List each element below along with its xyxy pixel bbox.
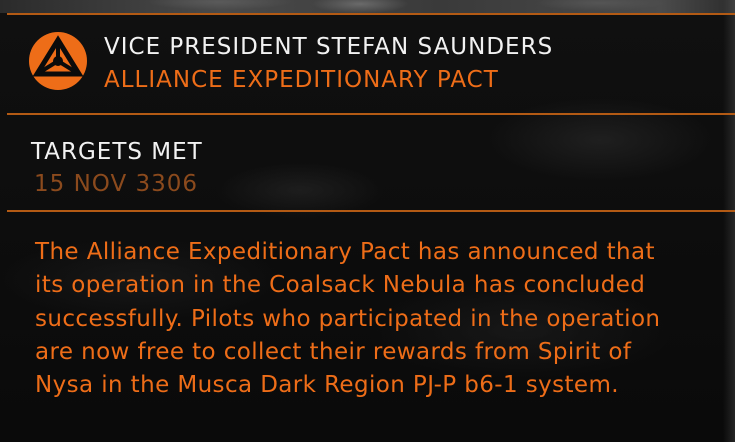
galnet-message-panel: VICE PRESIDENT STEFAN SAUNDERS ALLIANCE …	[0, 0, 735, 442]
article-date: 15 NOV 3306	[34, 171, 199, 197]
article-body-line: its operation in the Coalsack Nebula has…	[35, 272, 646, 299]
article-body-line: are now free to collect their rewards fr…	[35, 338, 632, 365]
article-body-line: Nysa in the Musca Dark Region PJ-P b6-1 …	[35, 372, 619, 399]
right-edge-fade	[723, 0, 735, 442]
article-body: The Alliance Expeditionary Pact has anno…	[35, 236, 715, 402]
article-body-line: The Alliance Expeditionary Pact has anno…	[35, 239, 655, 265]
title-bottom-divider	[7, 210, 735, 212]
sender-name: VICE PRESIDENT STEFAN SAUNDERS	[104, 34, 554, 60]
article-body-line: successfully. Pilots who participated in…	[35, 305, 661, 332]
header-top-divider	[7, 13, 735, 15]
faction-name: ALLIANCE EXPEDITIONARY PACT	[104, 67, 499, 93]
header-bottom-divider	[7, 113, 735, 115]
article-headline: TARGETS MET	[31, 139, 203, 165]
alliance-emblem-icon	[29, 32, 87, 90]
top-banner-strip	[0, 0, 735, 13]
